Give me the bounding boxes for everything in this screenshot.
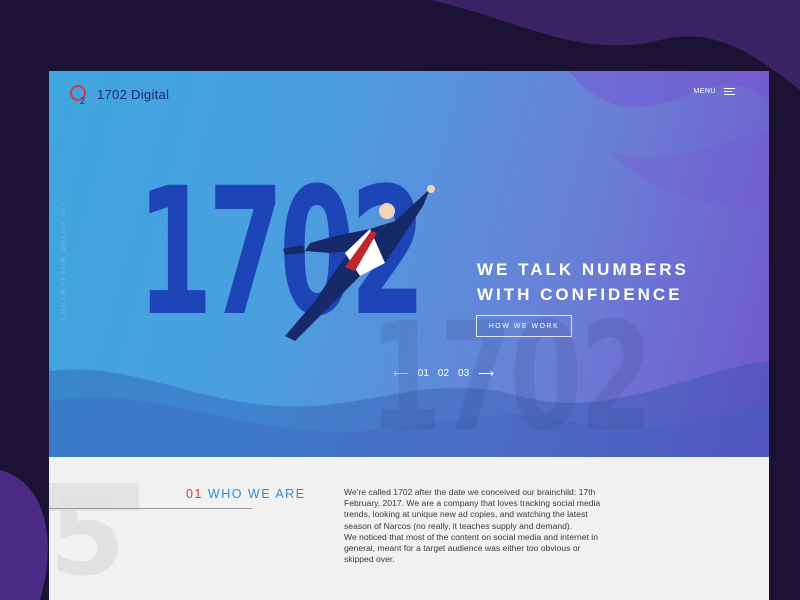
section-number: 01 <box>186 487 203 501</box>
headline-line-2: WITH CONFIDENCE <box>477 285 683 304</box>
slider-pager: ⟵ 01 02 03 ⟶ <box>393 367 494 380</box>
logo-text: 1702 Digital <box>97 86 170 102</box>
logo-icon: 2 <box>70 85 86 105</box>
page: 2 1702 Digital MENU LOREM IPSUM DOLOR SI… <box>49 71 769 600</box>
vertical-caption: LOREM IPSUM DOLOR SIT <box>61 201 67 320</box>
section-heading: 01 WHO WE ARE <box>186 487 306 501</box>
section-bg-number: 5 <box>49 472 126 600</box>
section-title: WHO WE ARE <box>207 487 306 501</box>
menu-label: MENU <box>693 88 716 95</box>
about-paragraph-1: We're called 1702 after the date we conc… <box>344 487 601 531</box>
superhero-illustration <box>283 185 435 341</box>
headline-line-1: WE TALK NUMBERS <box>477 260 689 279</box>
svg-text:2: 2 <box>80 96 85 105</box>
about-paragraph-2: We noticed that most of the content on s… <box>344 531 598 565</box>
brand-logo[interactable]: 2 1702 Digital <box>69 83 169 105</box>
menu-button[interactable]: MENU <box>693 88 735 95</box>
pager-item-01[interactable]: 01 <box>418 368 429 379</box>
next-arrow-icon[interactable]: ⟶ <box>478 367 494 380</box>
pager-item-03[interactable]: 03 <box>458 368 469 379</box>
how-we-work-button[interactable]: HOW WE WORK <box>476 315 572 337</box>
hero-headline: WE TALK NUMBERS WITH CONFIDENCE <box>477 257 689 307</box>
section-divider <box>49 508 252 509</box>
hero-section: 2 1702 Digital MENU LOREM IPSUM DOLOR SI… <box>49 71 769 457</box>
hamburger-icon <box>724 88 735 95</box>
prev-arrow-icon[interactable]: ⟵ <box>393 367 409 380</box>
pager-item-02[interactable]: 02 <box>438 368 449 379</box>
about-text: We're called 1702 after the date we conc… <box>344 487 604 565</box>
